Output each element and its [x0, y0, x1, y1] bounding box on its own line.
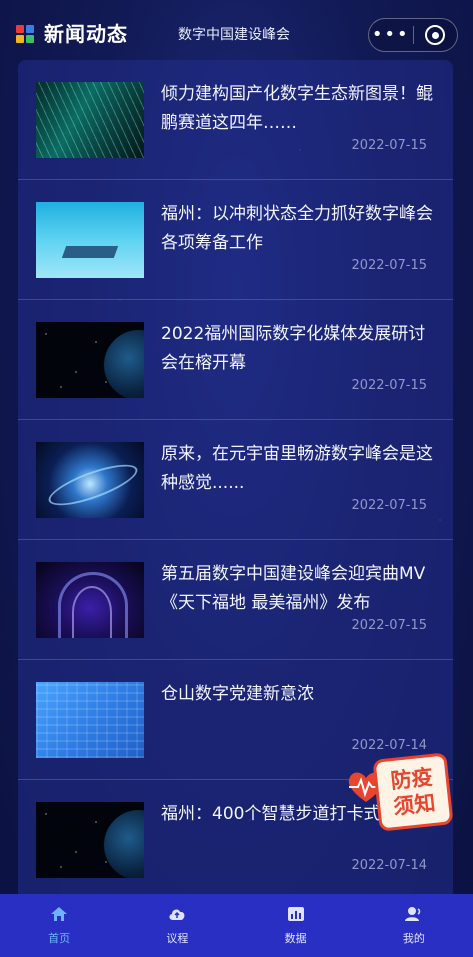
news-item[interactable]: 2022福州国际数字化媒体发展研讨会在榕开幕 2022-07-15 — [18, 300, 453, 420]
more-menu-button[interactable]: ••• — [369, 20, 413, 50]
home-icon — [51, 907, 68, 921]
tab-data[interactable]: 数据 — [237, 894, 355, 957]
app-logo-icon — [16, 25, 34, 43]
tab-label: 首页 — [48, 932, 71, 945]
user-icon — [404, 907, 421, 921]
news-thumbnail — [36, 802, 144, 878]
news-thumbnail — [36, 202, 144, 278]
tab-label: 我的 — [402, 932, 425, 945]
news-title: 仓山数字党建新意浓 — [161, 684, 314, 704]
tab-mine[interactable]: 我的 — [355, 894, 473, 957]
news-date: 2022-07-15 — [351, 618, 427, 633]
cloud-icon — [169, 909, 185, 920]
news-item[interactable]: 倾力建构国产化数字生态新图景！鲲鹏赛道这四年…… 2022-07-15 — [18, 60, 453, 180]
news-thumbnail — [36, 682, 144, 758]
miniprogram-capsule: ••• — [368, 18, 458, 52]
tab-home[interactable]: 首页 — [0, 894, 118, 957]
top-header: 新闻动态 数字中国建设峰会 ••• — [0, 0, 473, 62]
news-thumbnail — [36, 82, 144, 158]
close-miniprogram-button[interactable] — [413, 25, 457, 45]
news-title: 福州：以冲刺状态全力抓好数字峰会各项筹备工作 — [161, 204, 433, 253]
news-title: 第五届数字中国建设峰会迎宾曲MV《天下福地 最美福州》发布 — [161, 564, 426, 613]
data-icon — [287, 907, 304, 921]
news-thumbnail — [36, 322, 144, 398]
news-date: 2022-07-15 — [351, 378, 427, 393]
tab-label: 数据 — [284, 932, 307, 945]
news-thumbnail — [36, 562, 144, 638]
news-title: 倾力建构国产化数字生态新图景！鲲鹏赛道这四年…… — [161, 84, 433, 133]
news-date: 2022-07-15 — [351, 258, 427, 273]
page-title: 新闻动态 — [44, 22, 128, 46]
news-thumbnail — [36, 442, 144, 518]
page-subtitle: 数字中国建设峰会 — [178, 27, 290, 43]
news-item[interactable]: 第五届数字中国建设峰会迎宾曲MV《天下福地 最美福州》发布 2022-07-15 — [18, 540, 453, 660]
target-icon — [425, 25, 446, 45]
news-date: 2022-07-14 — [351, 738, 427, 753]
tab-agenda[interactable]: 议程 — [118, 894, 236, 957]
news-title: 原来，在元宇宙里畅游数字峰会是这种感觉...... — [161, 444, 433, 493]
tab-label: 议程 — [166, 932, 189, 945]
news-date: 2022-07-15 — [351, 498, 427, 513]
epidemic-notice-label: 防疫 须知 — [372, 752, 454, 832]
news-title: 2022福州国际数字化媒体发展研讨会在榕开幕 — [161, 324, 426, 373]
epidemic-notice-badge[interactable]: 防疫 须知 — [346, 752, 454, 834]
bottom-tab-bar: 首页 议程 数据 我的 — [0, 894, 473, 957]
news-date: 2022-07-14 — [351, 858, 427, 873]
epidemic-line2: 须知 — [392, 790, 437, 820]
news-date: 2022-07-15 — [351, 138, 427, 153]
news-item[interactable]: 原来，在元宇宙里畅游数字峰会是这种感觉...... 2022-07-15 — [18, 420, 453, 540]
news-item[interactable]: 福州：以冲刺状态全力抓好数字峰会各项筹备工作 2022-07-15 — [18, 180, 453, 300]
